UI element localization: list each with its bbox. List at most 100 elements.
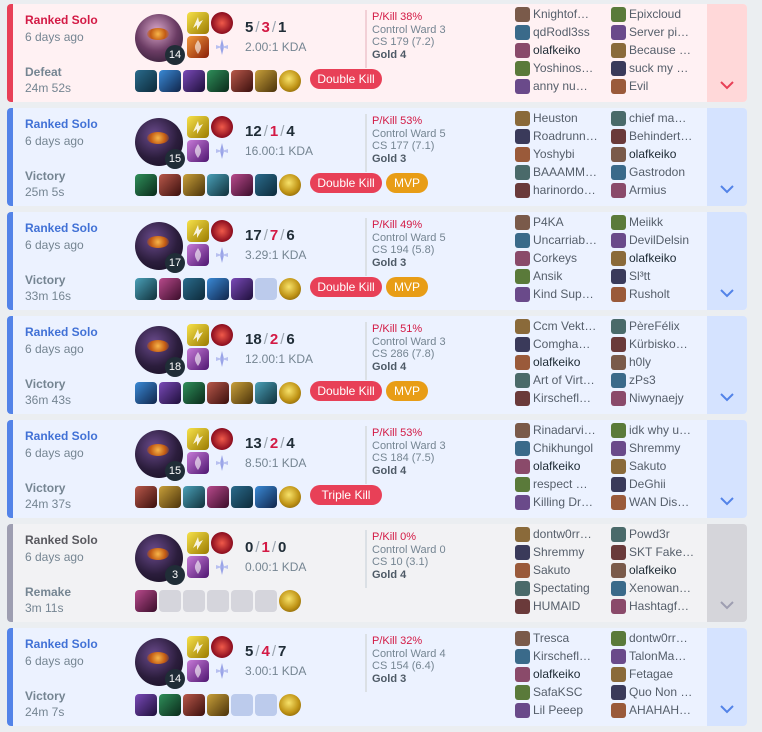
player-row[interactable]: PèreFélix — [610, 318, 706, 336]
item-icon[interactable] — [159, 70, 181, 92]
player-name[interactable]: Sl³tt — [629, 269, 706, 283]
player-row[interactable]: WAN Dis… — [610, 494, 706, 512]
player-name[interactable]: Behindert… — [629, 129, 706, 143]
player-row[interactable]: suck my … — [610, 60, 706, 78]
player-name[interactable]: Ansik — [533, 269, 610, 283]
player-name[interactable]: Shremmy — [533, 545, 610, 559]
item-icon[interactable] — [231, 174, 253, 196]
trinket-icon[interactable] — [279, 174, 301, 196]
item-icon[interactable] — [207, 694, 229, 716]
item-icon[interactable] — [135, 278, 157, 300]
item-icon[interactable] — [255, 486, 277, 508]
item-icon[interactable] — [207, 278, 229, 300]
player-row[interactable]: Sakuto — [514, 562, 610, 580]
player-name[interactable]: Kind Sup… — [533, 287, 610, 301]
player-row[interactable]: Kirschefl… — [514, 390, 610, 408]
match-card[interactable]: Ranked Solo 6 days ago Victory 25m 5s 15 12/1… — [7, 108, 747, 206]
player-name[interactable]: AHAHAH… — [629, 703, 706, 717]
item-icon[interactable] — [231, 382, 253, 404]
flash-spell-icon[interactable] — [187, 324, 209, 346]
player-row[interactable]: respect … — [514, 476, 610, 494]
player-name[interactable]: WAN Dis… — [629, 495, 706, 509]
player-row[interactable]: anny nu… — [514, 78, 610, 96]
player-name[interactable]: Meiikk — [629, 215, 706, 229]
player-name[interactable]: Hashtagf… — [629, 599, 706, 613]
player-row[interactable]: olafkeiko — [514, 458, 610, 476]
expand-button[interactable] — [707, 524, 747, 622]
player-name[interactable]: Chikhungol — [533, 441, 610, 455]
flash-spell-icon[interactable] — [187, 428, 209, 450]
keystone-rune-icon[interactable] — [211, 116, 233, 138]
player-name[interactable]: Knightof… — [533, 7, 610, 21]
player-name[interactable]: suck my … — [629, 61, 706, 75]
player-name[interactable]: chief ma… — [629, 111, 706, 125]
player-name[interactable]: Rinadarvi… — [533, 423, 610, 437]
trinket-icon[interactable] — [279, 70, 301, 92]
item-icon[interactable] — [183, 278, 205, 300]
item-icon[interactable] — [183, 70, 205, 92]
player-name[interactable]: SafaKSC — [533, 685, 610, 699]
keystone-rune-icon[interactable] — [211, 428, 233, 450]
secondary-rune-icon[interactable] — [213, 142, 231, 160]
item-icon[interactable] — [183, 486, 205, 508]
player-name[interactable]: Killing Dr… — [533, 495, 610, 509]
player-name[interactable]: Art of Virt… — [533, 373, 610, 387]
player-row[interactable]: Kürbisko… — [610, 336, 706, 354]
player-row[interactable]: Behindert… — [610, 128, 706, 146]
player-row[interactable]: dontw0rr… — [514, 526, 610, 544]
player-name[interactable]: Powd3r — [629, 527, 706, 541]
player-row[interactable]: BAAAMM… — [514, 164, 610, 182]
item-icon[interactable] — [183, 174, 205, 196]
player-name[interactable]: Kürbisko… — [629, 337, 706, 351]
player-name[interactable]: olafkeiko — [629, 563, 706, 577]
player-row[interactable]: Shremmy — [514, 544, 610, 562]
player-name[interactable]: Yoshybi — [533, 147, 610, 161]
player-name[interactable]: Quo Non … — [629, 685, 706, 699]
player-row[interactable]: qdRodl3ss — [514, 24, 610, 42]
item-icon[interactable] — [231, 278, 253, 300]
player-row[interactable]: Yoshybi — [514, 146, 610, 164]
player-name[interactable]: Gastrodon — [629, 165, 706, 179]
player-name[interactable]: zPs3 — [629, 373, 706, 387]
item-icon[interactable] — [135, 590, 157, 612]
item-icon[interactable] — [207, 486, 229, 508]
summoner-spell-icon[interactable] — [187, 452, 209, 474]
item-icon[interactable] — [135, 382, 157, 404]
player-name[interactable]: DevilDelsin — [629, 233, 706, 247]
player-row[interactable]: Evil — [610, 78, 706, 96]
player-row[interactable]: Comgha… — [514, 336, 610, 354]
flash-spell-icon[interactable] — [187, 12, 209, 34]
player-name[interactable]: Xenowan… — [629, 581, 706, 595]
secondary-rune-icon[interactable] — [213, 454, 231, 472]
player-name[interactable]: Evil — [629, 79, 706, 93]
player-name[interactable]: Niwynaejy — [629, 391, 706, 405]
player-row[interactable]: Xenowan… — [610, 580, 706, 598]
player-name[interactable]: respect … — [533, 477, 610, 491]
player-name[interactable]: qdRodl3ss — [533, 25, 610, 39]
player-name[interactable]: olafkeiko — [533, 459, 610, 473]
keystone-rune-icon[interactable] — [211, 636, 233, 658]
player-row[interactable]: Hashtagf… — [610, 598, 706, 616]
keystone-rune-icon[interactable] — [211, 12, 233, 34]
player-row[interactable]: Roadrunn… — [514, 128, 610, 146]
player-name[interactable]: SKT Fake… — [629, 545, 706, 559]
player-row[interactable]: Quo Non … — [610, 684, 706, 702]
match-card[interactable]: Ranked Solo 6 days ago Victory 33m 16s 17 17/… — [7, 212, 747, 310]
expand-button[interactable] — [707, 212, 747, 310]
flash-spell-icon[interactable] — [187, 116, 209, 138]
item-icon[interactable] — [159, 174, 181, 196]
ignite-spell-icon[interactable] — [187, 36, 209, 58]
summoner-spell-icon[interactable] — [187, 244, 209, 266]
expand-button[interactable] — [707, 4, 747, 102]
trinket-icon[interactable] — [279, 382, 301, 404]
player-row[interactable]: Heuston — [514, 110, 610, 128]
item-icon[interactable] — [207, 382, 229, 404]
player-row[interactable]: Tresca — [514, 630, 610, 648]
match-card[interactable]: Ranked Solo 6 days ago Defeat 24m 52s 14 5/3/… — [7, 4, 747, 102]
keystone-rune-icon[interactable] — [211, 324, 233, 346]
item-icon[interactable] — [159, 382, 181, 404]
player-row[interactable]: Fetagae — [610, 666, 706, 684]
player-name[interactable]: Spectating — [533, 581, 610, 595]
player-name[interactable]: Sakuto — [629, 459, 706, 473]
player-name[interactable]: Yoshinos… — [533, 61, 610, 75]
